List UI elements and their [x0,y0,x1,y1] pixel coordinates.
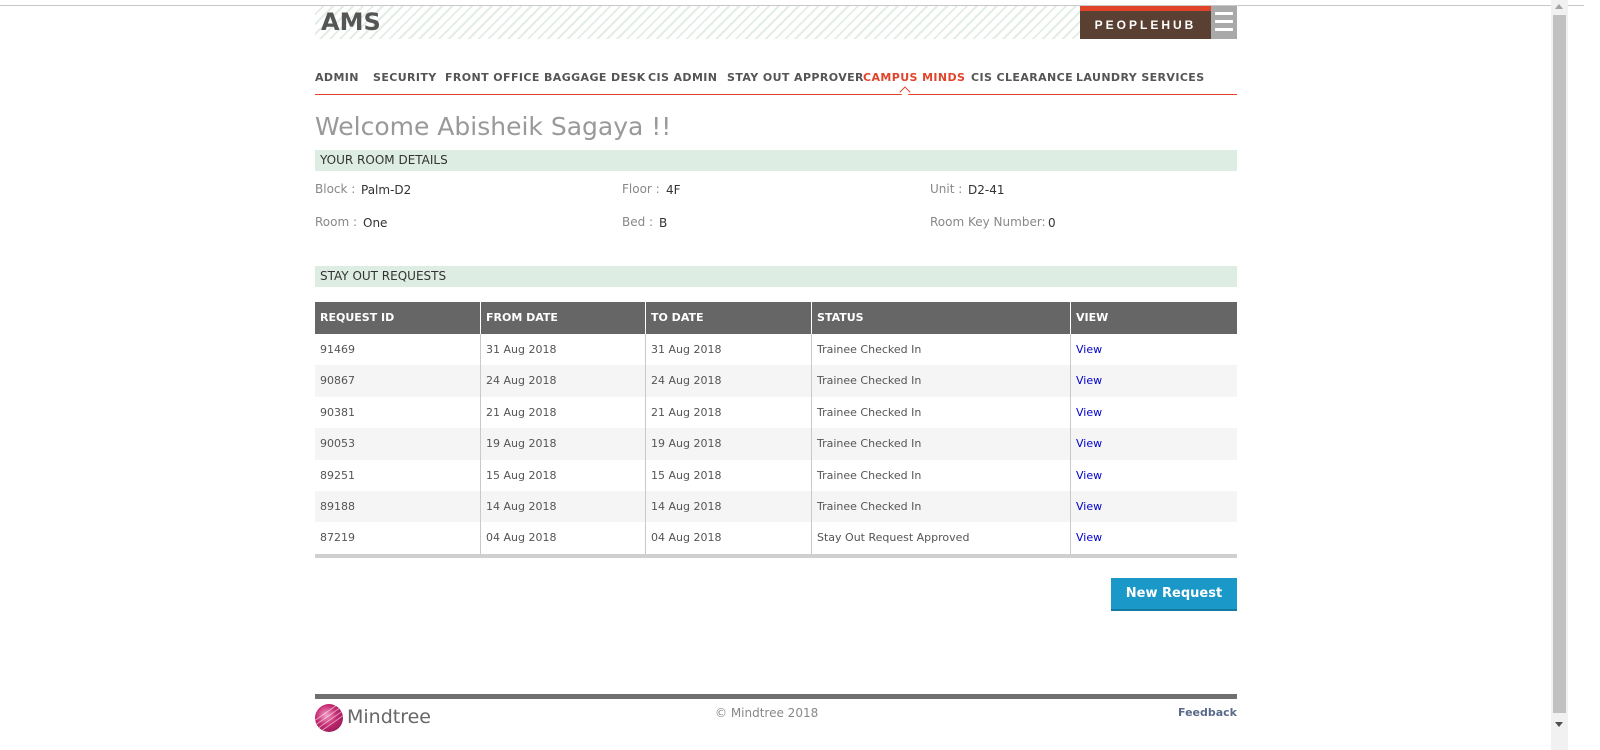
block-value: Palm-D2 [361,183,412,197]
status-cell: Trainee Checked In [812,396,1071,429]
column-header-view: VIEW [1076,311,1109,324]
view-cell: View [1071,460,1237,491]
room-key-label: Room Key Number: [930,215,1046,229]
room-key-value: 0 [1048,216,1056,230]
nav-item-campus-minds[interactable]: CAMPUS MINDS [863,71,965,84]
to-date-cell: 14 Aug 2018 [646,490,812,523]
request-id-cell: 90053 [315,428,481,460]
from-date-cell: 31 Aug 2018 [481,334,646,366]
view-cell: View [1071,491,1237,522]
table-row: 87219 04 Aug 2018 04 Aug 2018 Stay Out R… [315,522,1237,554]
block-label: Block : [315,182,356,196]
status-cell: Stay Out Request Approved [812,522,1071,554]
request-id-cell: 89188 [315,490,481,523]
request-id-cell: 90381 [315,396,481,429]
status-cell: Trainee Checked In [812,365,1071,397]
status-cell: Trainee Checked In [812,334,1071,366]
view-cell: View [1071,365,1237,396]
scroll-down-arrow-icon[interactable] [1555,722,1563,727]
nav-item-cis-admin[interactable]: CIS ADMIN [648,71,717,84]
view-link[interactable]: View [1076,343,1102,356]
table-row: 89188 14 Aug 2018 14 Aug 2018 Trainee Ch… [315,490,1237,523]
scrollbar-thumb[interactable] [1553,15,1566,713]
peoplehub-button[interactable]: PEOPLEHUB [1080,6,1211,39]
view-link[interactable]: View [1076,437,1102,450]
view-link[interactable]: View [1076,406,1102,419]
from-date-cell: 04 Aug 2018 [481,522,646,554]
room-label: Room : [315,215,358,229]
unit-label: Unit : [930,182,963,196]
status-cell: Trainee Checked In [812,490,1071,523]
request-id-cell: 87219 [315,522,481,554]
table-body: 91469 31 Aug 2018 31 Aug 2018 Trainee Ch… [315,334,1237,554]
table-row: 90867 24 Aug 2018 24 Aug 2018 Trainee Ch… [315,365,1237,397]
request-id-cell: 90867 [315,365,481,397]
to-date-cell: 24 Aug 2018 [646,365,812,397]
column-header-from-date: FROM DATE [481,302,646,334]
room-details-section-title: YOUR ROOM DETAILS [315,150,1237,171]
request-id-cell: 89251 [315,459,481,491]
view-link[interactable]: View [1076,469,1102,482]
from-date-cell: 24 Aug 2018 [481,365,646,397]
mindtree-logo-icon [315,704,343,732]
room-value: One [363,216,388,230]
vertical-scrollbar[interactable] [1551,0,1568,750]
view-cell: View [1071,522,1237,553]
column-header-request-id: REQUEST ID [315,302,481,334]
table-row: 91469 31 Aug 2018 31 Aug 2018 Trainee Ch… [315,334,1237,366]
app-title: AMS [321,8,381,36]
new-request-button[interactable]: New Request [1111,578,1237,611]
view-link[interactable]: View [1076,500,1102,513]
floor-label: Floor : [622,182,660,196]
stay-out-requests-table: REQUEST ID FROM DATE TO DATE STATUS VIEW… [315,302,1237,558]
nav-item-front-office[interactable]: FRONT OFFICE [445,71,540,84]
to-date-cell: 04 Aug 2018 [646,522,812,554]
nav-item-admin[interactable]: ADMIN [315,71,359,84]
main-nav: ADMIN SECURITY FRONT OFFICE BAGGAGE DESK… [315,71,1237,95]
nav-item-cis-clearance[interactable]: CIS CLEARANCE [971,71,1073,84]
welcome-heading: Welcome Abisheik Sagaya !! [315,112,672,141]
to-date-cell: 19 Aug 2018 [646,428,812,460]
feedback-link[interactable]: Feedback [1178,706,1237,719]
nav-item-security[interactable]: SECURITY [373,71,437,84]
footer-brand: Mindtree [347,706,431,728]
from-date-cell: 15 Aug 2018 [481,459,646,491]
nav-item-laundry-services[interactable]: LAUNDRY SERVICES [1076,71,1205,84]
to-date-cell: 21 Aug 2018 [646,396,812,429]
bed-value: B [659,216,668,230]
status-cell: Trainee Checked In [812,428,1071,460]
column-header-status: STATUS [812,302,1071,334]
from-date-cell: 14 Aug 2018 [481,490,646,523]
bed-label: Bed : [622,215,654,229]
nav-item-stay-out-approver[interactable]: STAY OUT APPROVER [727,71,864,84]
stay-out-requests-section-title: STAY OUT REQUESTS [315,266,1237,287]
request-id-cell: 91469 [315,334,481,366]
floor-value: 4F [666,183,681,197]
to-date-cell: 15 Aug 2018 [646,459,812,491]
view-cell: View [1071,397,1237,428]
from-date-cell: 21 Aug 2018 [481,396,646,429]
footer-divider [315,694,1237,699]
nav-item-baggage-desk[interactable]: BAGGAGE DESK [544,71,646,84]
table-row: 89251 15 Aug 2018 15 Aug 2018 Trainee Ch… [315,459,1237,491]
view-cell: View [1071,428,1237,459]
footer-copyright: © Mindtree 2018 [715,706,819,720]
unit-value: D2-41 [968,183,1005,197]
table-row: 90053 19 Aug 2018 19 Aug 2018 Trainee Ch… [315,428,1237,460]
table-row: 90381 21 Aug 2018 21 Aug 2018 Trainee Ch… [315,396,1237,429]
view-link[interactable]: View [1076,374,1102,387]
from-date-cell: 19 Aug 2018 [481,428,646,460]
view-link[interactable]: View [1076,531,1102,544]
to-date-cell: 31 Aug 2018 [646,334,812,366]
view-cell: View [1071,334,1237,365]
scroll-up-arrow-icon[interactable] [1555,4,1563,9]
column-header-to-date: TO DATE [646,302,812,334]
app-header: AMS PEOPLEHUB [315,6,1237,39]
status-cell: Trainee Checked In [812,459,1071,491]
hamburger-menu-button[interactable] [1211,6,1237,39]
table-header: REQUEST ID FROM DATE TO DATE STATUS VIEW [315,302,1237,334]
